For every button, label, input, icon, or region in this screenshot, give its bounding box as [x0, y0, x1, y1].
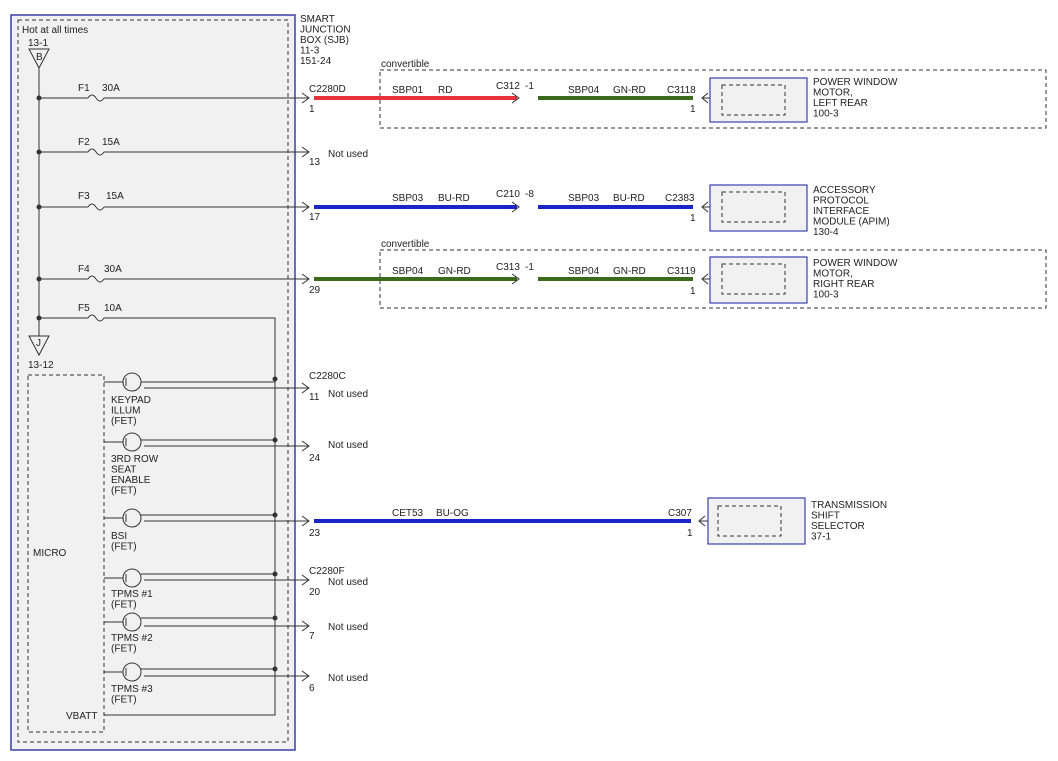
inline-connector-pin: -8: [525, 189, 534, 200]
wire-sbp04-gn-rd: [538, 277, 693, 281]
component-transmission-shift-selector: [707, 497, 806, 545]
pin-arrows: [301, 92, 310, 682]
bus-in-letter: B: [36, 52, 43, 63]
wire-sbp04-gn-rd: [538, 96, 693, 100]
wire-color: GN-RD: [613, 85, 646, 96]
not-used-label: Not used: [328, 577, 368, 588]
convertible-label: convertible: [381, 59, 430, 70]
not-used-label: Not used: [328, 673, 368, 684]
end-pin: 1: [690, 213, 696, 224]
circuit-number: SBP04: [568, 85, 600, 96]
wire-sbp03-bu-rd: [538, 205, 693, 209]
hot-at-all-times-label: Hot at all times: [22, 25, 88, 36]
pin-number: 13: [309, 157, 321, 168]
circuit-number: SBP04: [392, 266, 424, 277]
wire-sbp01-rd: [314, 96, 517, 100]
wiring-diagram: Hot at all times 13-1 B J 13-12 SMART JU…: [10, 14, 1047, 751]
circuit-number: SBP04: [568, 266, 600, 277]
pin-number: 29: [309, 285, 321, 296]
fuse-f1-rating: 30A: [102, 83, 120, 94]
fuse-f5-rating: 10A: [104, 303, 122, 314]
end-connector-id: C2383: [665, 193, 695, 204]
circuit-number: SBP03: [392, 193, 424, 204]
wire-color: RD: [438, 85, 452, 96]
inline-connector-id: C210: [496, 189, 520, 200]
end-pin: 1: [687, 528, 693, 539]
wire-color: GN-RD: [613, 266, 646, 277]
pin-number: 1: [309, 104, 315, 115]
fuse-f3-rating: 15A: [106, 191, 124, 202]
inline-connector-id: C313: [496, 262, 520, 273]
wire-cet53-bu-og: [314, 519, 691, 523]
wire-color: BU-OG: [436, 508, 469, 519]
fuse-f4-rating: 30A: [104, 264, 122, 275]
component-label: POWER WINDOW MOTOR, RIGHT REAR 100-3: [813, 258, 900, 301]
end-connector-id: C3119: [667, 266, 696, 277]
wire-sbp04-gn-rd: [314, 277, 517, 281]
pin-number: 6: [309, 683, 315, 694]
vbatt-label: VBATT: [66, 711, 97, 722]
wire-color: BU-RD: [613, 193, 645, 204]
wire-color: BU-RD: [438, 193, 470, 204]
not-used-label: Not used: [328, 389, 368, 400]
not-used-label: Not used: [328, 149, 368, 160]
wire-sbp03-bu-rd: [314, 205, 517, 209]
bus-out-letter: J: [36, 338, 41, 349]
pin-number: 23: [309, 528, 321, 539]
wire-color: GN-RD: [438, 266, 471, 277]
pin-number: 20: [309, 587, 321, 598]
not-used-label: Not used: [328, 622, 368, 633]
circuit-number: SBP01: [392, 85, 424, 96]
end-connector-id: C307: [668, 508, 692, 519]
component-label: TRANSMISSION SHIFT SELECTOR 37-1: [811, 500, 890, 543]
pin-number: 7: [309, 631, 315, 642]
micro-label: MICRO: [33, 548, 67, 559]
end-pin: 1: [690, 286, 696, 297]
end-pin: 1: [690, 104, 696, 115]
convertible-label: convertible: [381, 239, 430, 250]
not-used-label: Not used: [328, 440, 368, 451]
inline-connector-pin: -1: [525, 81, 534, 92]
inline-connector-id: C312: [496, 81, 520, 92]
fuse-f1-name: F1: [78, 83, 90, 94]
fuse-f3-name: F3: [78, 191, 90, 202]
inline-connector-pin: -1: [525, 262, 534, 273]
circuit-number: CET53: [392, 508, 424, 519]
component-label: ACCESSORY PROTOCOL INTERFACE MODULE (API…: [813, 185, 892, 238]
fuse-f2-name: F2: [78, 137, 90, 148]
circuit-number: SBP03: [568, 193, 600, 204]
fuse-f2-rating: 15A: [102, 137, 120, 148]
pin-number: 24: [309, 453, 321, 464]
component-label: POWER WINDOW MOTOR, LEFT REAR 100-3: [813, 77, 900, 120]
fuse-f4-name: F4: [78, 264, 90, 275]
bus-in-ref: 13-1: [28, 38, 48, 49]
sjb-title: SMART JUNCTION BOX (SJB) 11-3 151-24: [300, 14, 353, 67]
connector-c2280f: C2280F: [309, 566, 345, 577]
pin-number: 17: [309, 212, 321, 223]
fuse-f5-name: F5: [78, 303, 90, 314]
connector-c2280d: C2280D: [309, 84, 346, 95]
end-connector-id: C3118: [667, 85, 696, 96]
pin-number: 11: [309, 392, 320, 403]
bus-out-ref: 13-12: [28, 360, 54, 371]
connector-c2280c: C2280C: [309, 371, 346, 382]
